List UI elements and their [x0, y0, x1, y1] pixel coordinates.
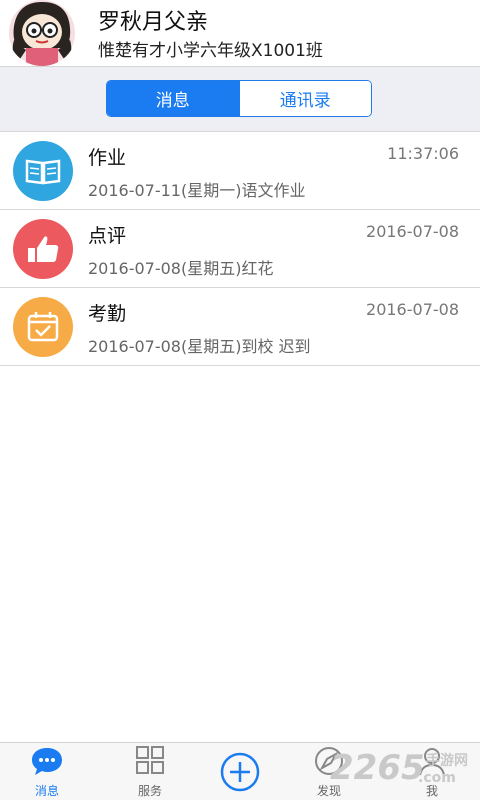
- nav-item-add[interactable]: [205, 743, 275, 800]
- message-title: 点评: [88, 225, 127, 247]
- message-time: 2016-07-08: [366, 222, 459, 241]
- message-title: 作业: [88, 147, 127, 169]
- person-icon: [416, 745, 448, 781]
- calendar-check-icon: [13, 297, 73, 357]
- nav-label: 我: [425, 784, 438, 798]
- message-item-homework[interactable]: 作业 11:37:06 2016-07-11(星期一)语文作业: [0, 132, 480, 210]
- segment-bar: 消息 通讯录: [0, 67, 480, 132]
- message-item-attendance[interactable]: 考勤 2016-07-08 2016-07-08(星期五)到校 迟到: [0, 288, 480, 366]
- grid-icon: [134, 745, 166, 781]
- message-list: 作业 11:37:06 2016-07-11(星期一)语文作业 点评 2016-…: [0, 132, 480, 366]
- nav-item-me[interactable]: 我: [397, 743, 467, 800]
- plus-circle-icon: [219, 751, 261, 797]
- message-summary: 2016-07-08(星期五)到校 迟到: [88, 337, 311, 356]
- nav-label: 服务: [137, 784, 162, 798]
- message-time: 11:37:06: [387, 144, 459, 163]
- thumbs-up-icon: [13, 219, 73, 279]
- user-class: 惟楚有才小学六年级X1001班: [98, 41, 323, 61]
- nav-item-messages[interactable]: 消息: [12, 743, 82, 800]
- avatar[interactable]: [8, 0, 76, 66]
- tab-contacts[interactable]: 通讯录: [238, 81, 371, 116]
- segmented-control: 消息 通讯录: [106, 80, 372, 117]
- app-root: 罗秋月父亲 惟楚有才小学六年级X1001班 消息 通讯录 作业 11:37:06…: [0, 0, 480, 800]
- message-item-review[interactable]: 点评 2016-07-08 2016-07-08(星期五)红花: [0, 210, 480, 288]
- message-summary: 2016-07-11(星期一)语文作业: [88, 181, 306, 200]
- chat-bubble-icon: [30, 745, 64, 781]
- profile-header: 罗秋月父亲 惟楚有才小学六年级X1001班: [0, 0, 480, 67]
- message-summary: 2016-07-08(星期五)红花: [88, 259, 274, 278]
- nav-label: 发现: [316, 784, 341, 798]
- compass-icon: [312, 745, 346, 781]
- tab-messages[interactable]: 消息: [107, 81, 239, 116]
- nav-item-discover[interactable]: 发现: [294, 743, 364, 800]
- message-time: 2016-07-08: [366, 300, 459, 319]
- nav-item-services[interactable]: 服务: [115, 743, 185, 800]
- bottom-nav: 消息 服务 发现 我: [0, 742, 480, 800]
- message-title: 考勤: [88, 303, 127, 325]
- book-icon: [13, 141, 73, 201]
- user-name: 罗秋月父亲: [98, 10, 209, 35]
- nav-label: 消息: [34, 784, 59, 798]
